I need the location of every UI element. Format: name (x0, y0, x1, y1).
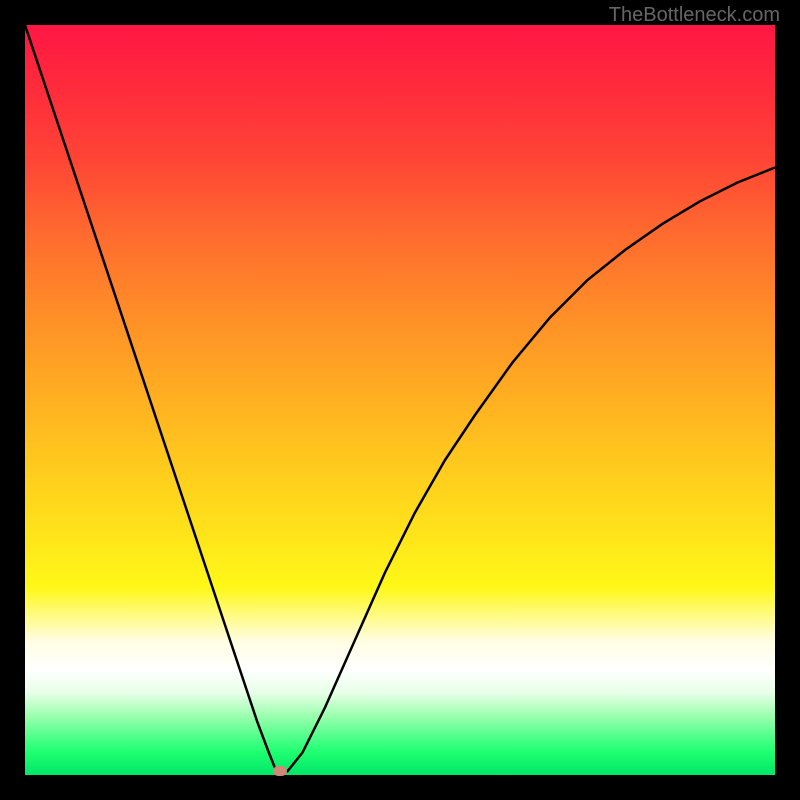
plot-area (25, 25, 775, 775)
bottleneck-curve (25, 25, 775, 771)
watermark-text: TheBottleneck.com (609, 4, 780, 27)
optimal-marker (273, 766, 287, 776)
curve-svg (25, 25, 775, 775)
